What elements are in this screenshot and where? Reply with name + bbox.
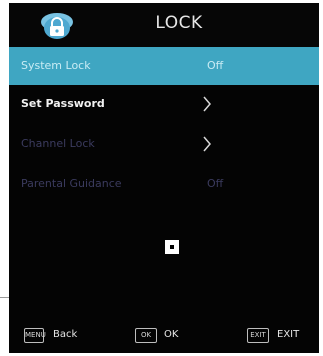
menu-item-value: Off <box>207 59 224 72</box>
menu-header: LOCK <box>9 3 319 47</box>
menu-item-system-lock[interactable]: System Lock Off <box>9 47 319 85</box>
focus-marker <box>165 240 179 254</box>
page-title: LOCK <box>155 13 203 33</box>
menu-item-label: System Lock <box>21 59 91 72</box>
chevron-right-icon <box>203 136 211 152</box>
menu-item-channel-lock[interactable]: Channel Lock <box>9 125 319 163</box>
back-label: Back <box>53 329 78 340</box>
menu-key-icon[interactable]: MENU <box>24 328 46 343</box>
menu-item-label: Set Password <box>21 97 105 110</box>
footer-key-hints: MENU Back OK OK EXIT EXIT <box>9 323 319 349</box>
chevron-right-icon <box>203 96 211 112</box>
menu-item-parental-guidance[interactable]: Parental Guidance Off <box>9 165 319 203</box>
marker-dot <box>170 245 174 249</box>
ok-label: OK <box>164 329 179 340</box>
menu-item-label: Channel Lock <box>21 137 95 150</box>
ok-key-icon[interactable]: OK <box>135 328 157 343</box>
edge-tick <box>0 297 9 298</box>
menu-item-value: Off <box>207 177 224 190</box>
exit-label: EXIT <box>277 329 300 340</box>
tv-menu-screen: LOCK System Lock Off Set Password Channe… <box>9 3 319 353</box>
menu-item-label: Parental Guidance <box>21 177 122 190</box>
menu-item-set-password[interactable]: Set Password <box>9 85 319 123</box>
exit-key-icon[interactable]: EXIT <box>247 328 269 343</box>
lock-icon <box>41 13 73 39</box>
